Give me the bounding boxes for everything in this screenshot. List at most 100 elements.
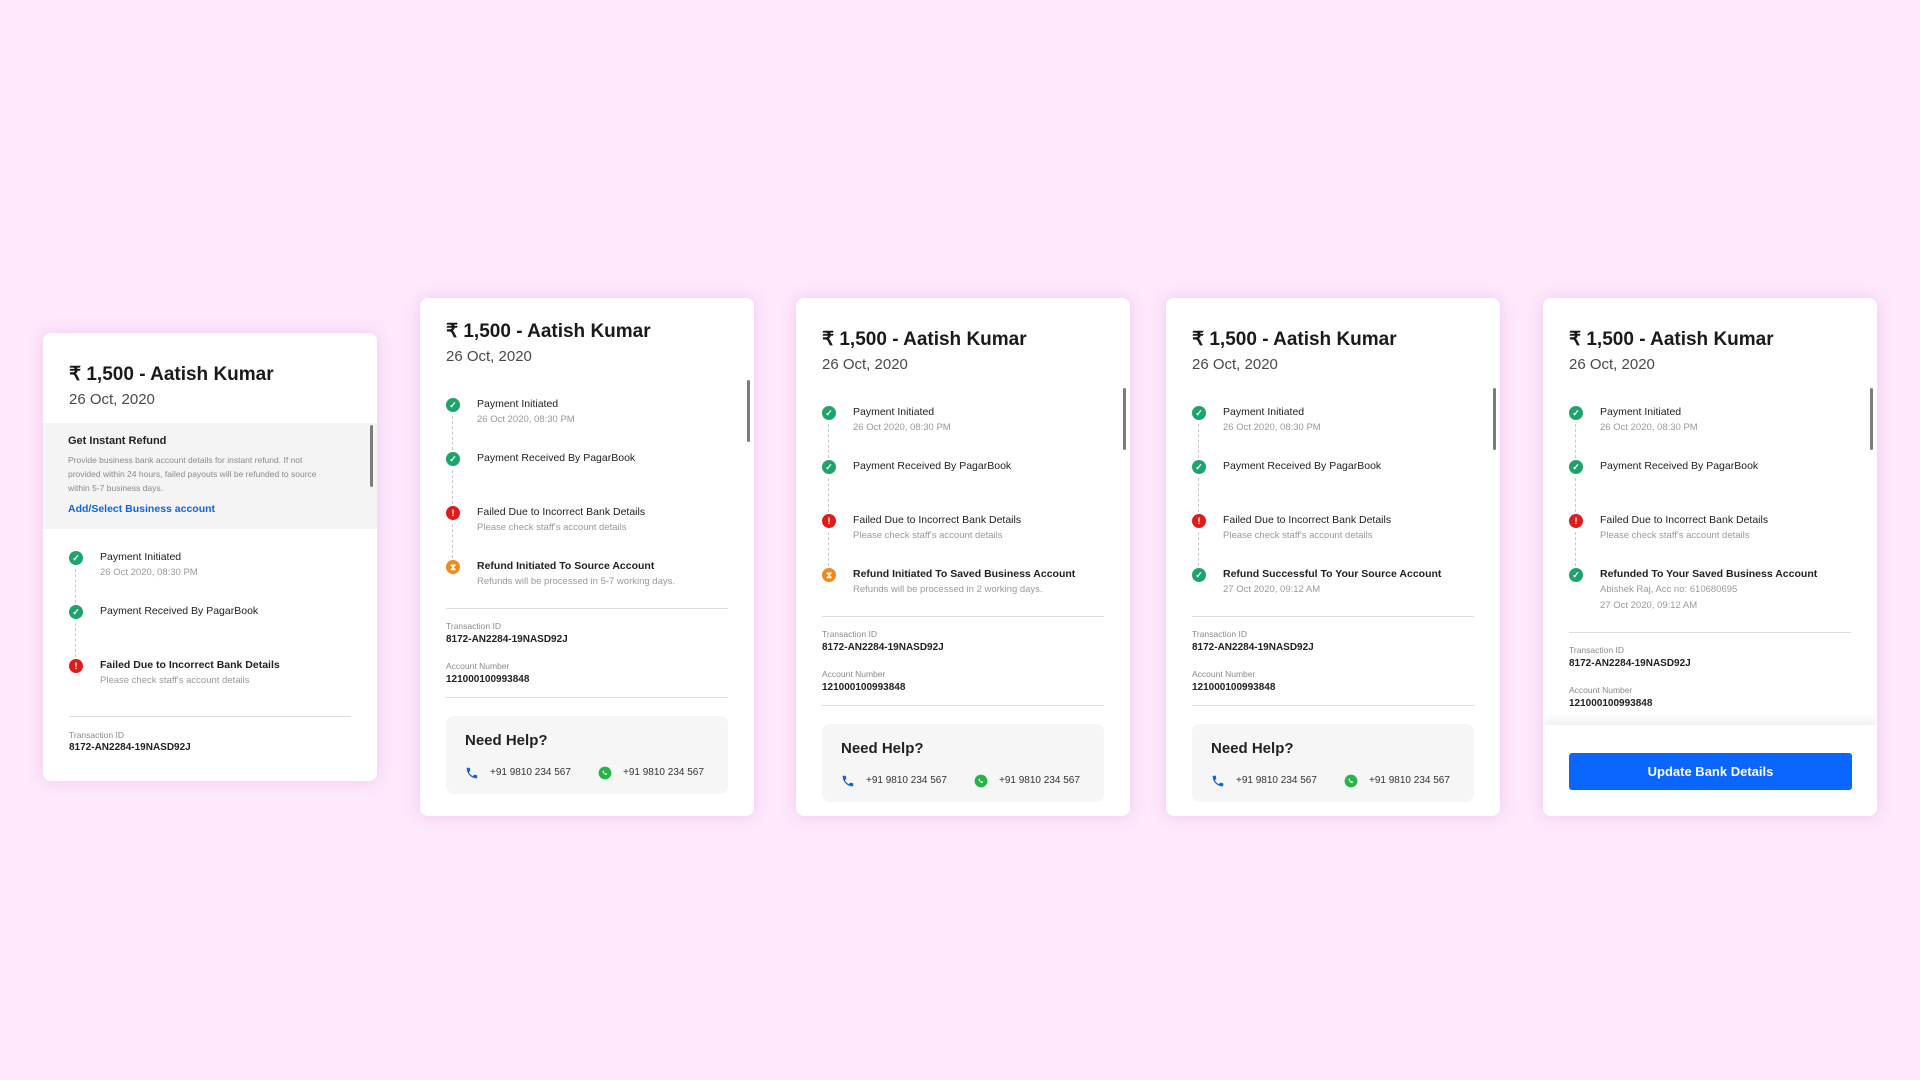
- step-title: Payment Initiated: [477, 398, 559, 410]
- transaction-id-label: Transaction ID: [822, 629, 877, 639]
- step-title: Payment Received By PagarBook: [100, 605, 259, 617]
- update-bank-details-button[interactable]: Update Bank Details: [1569, 753, 1852, 790]
- step-title: Refund Initiated To Saved Business Accou…: [853, 568, 1076, 580]
- check-icon: ✓: [1569, 568, 1583, 582]
- step-title: Refund Successful To Your Source Account: [1223, 568, 1442, 580]
- whatsapp-icon: [1344, 774, 1358, 788]
- timeline-step: ✓ Payment Received By PagarBook: [822, 460, 1112, 500]
- whatsapp-icon: [598, 766, 612, 780]
- payment-card-1: ₹ 1,500 - Aatish Kumar 26 Oct, 2020 Get …: [43, 333, 377, 781]
- check-icon: ✓: [446, 398, 460, 412]
- scrollbar[interactable]: [1493, 388, 1496, 450]
- step-subtitle: Please check staff's account details: [100, 675, 250, 686]
- whatsapp-phone-number: +91 9810 234 567: [1369, 775, 1450, 786]
- timeline-step: ✓ Payment Received By PagarBook: [1569, 460, 1859, 500]
- account-number-label: Account Number: [446, 661, 510, 671]
- whatsapp-icon: [974, 774, 988, 788]
- check-icon: ✓: [69, 551, 83, 565]
- transaction-id-value: 8172-AN2284-19NASD92J: [1192, 642, 1314, 653]
- check-icon: ✓: [1192, 406, 1206, 420]
- phone-icon: [1212, 775, 1224, 787]
- payment-date: 26 Oct, 2020: [1569, 356, 1655, 373]
- check-icon: ✓: [1192, 460, 1206, 474]
- scrollbar[interactable]: [370, 425, 373, 487]
- step-subtitle: 26 Oct 2020, 08:30 PM: [100, 567, 198, 578]
- timeline-step: ✓ Payment Initiated 26 Oct 2020, 08:30 P…: [1192, 406, 1482, 446]
- step-subtitle: Refunds will be processed in 2 working d…: [853, 584, 1043, 595]
- divider: [446, 697, 728, 698]
- step-title: Failed Due to Incorrect Bank Details: [1600, 514, 1769, 526]
- instant-refund-panel: Get Instant Refund Provide business bank…: [43, 423, 377, 529]
- step-subtitle: Please check staff's account details: [477, 522, 627, 533]
- error-icon: !: [446, 506, 460, 520]
- transaction-id-value: 8172-AN2284-19NASD92J: [446, 634, 568, 645]
- phone-icon: [842, 775, 854, 787]
- payment-title: ₹ 1,500 - Aatish Kumar: [822, 329, 1027, 350]
- account-number-label: Account Number: [1192, 669, 1256, 679]
- account-number-label: Account Number: [822, 669, 886, 679]
- payment-title: ₹ 1,500 - Aatish Kumar: [446, 321, 651, 342]
- check-icon: ✓: [822, 460, 836, 474]
- check-icon: ✓: [69, 605, 83, 619]
- check-icon: ✓: [822, 406, 836, 420]
- need-help-title: Need Help?: [841, 740, 924, 757]
- payment-title: ₹ 1,500 - Aatish Kumar: [1192, 329, 1397, 350]
- check-icon: ✓: [1569, 460, 1583, 474]
- divider: [446, 608, 728, 609]
- step-title: Failed Due to Incorrect Bank Details: [477, 506, 646, 518]
- payment-title: ₹ 1,500 - Aatish Kumar: [69, 364, 274, 385]
- payment-card-5: ₹ 1,500 - Aatish Kumar 26 Oct, 2020 ✓ Pa…: [1543, 298, 1877, 816]
- divider: [1569, 632, 1851, 633]
- transaction-id-label: Transaction ID: [1192, 629, 1247, 639]
- step-subtitle: Please check staff's account details: [853, 530, 1003, 541]
- need-help-title: Need Help?: [465, 732, 548, 749]
- divider: [822, 616, 1104, 617]
- payment-title: ₹ 1,500 - Aatish Kumar: [1569, 329, 1774, 350]
- check-icon: ✓: [446, 452, 460, 466]
- timeline-step: ✓ Payment Initiated 26 Oct 2020, 08:30 P…: [446, 398, 736, 438]
- whatsapp-phone-number: +91 9810 234 567: [623, 767, 704, 778]
- need-help-box: Need Help? +91 9810 234 567 +91 9810 234…: [446, 716, 728, 794]
- step-subtitle: 26 Oct 2020, 08:30 PM: [1223, 422, 1321, 433]
- timeline-step: ✓ Payment Initiated 26 Oct 2020, 08:30 P…: [822, 406, 1112, 446]
- scrollbar[interactable]: [747, 380, 750, 442]
- timeline-step: ! Failed Due to Incorrect Bank Details P…: [1192, 514, 1482, 554]
- transaction-id-value: 8172-AN2284-19NASD92J: [822, 642, 944, 653]
- step-title: Payment Initiated: [1600, 406, 1682, 418]
- add-business-account-link[interactable]: Add/Select Business account: [68, 503, 215, 515]
- step-title: Failed Due to Incorrect Bank Details: [1223, 514, 1392, 526]
- phone-icon: [466, 767, 478, 779]
- step-title: Refund Initiated To Source Account: [477, 560, 655, 572]
- step-subtitle: Abishek Raj, Acc no: 610680695: [1600, 584, 1738, 595]
- step-title: Payment Initiated: [853, 406, 935, 418]
- step-subtitle: 26 Oct 2020, 08:30 PM: [477, 414, 575, 425]
- transaction-id-value: 8172-AN2284-19NASD92J: [1569, 658, 1691, 669]
- step-subtitle: 27 Oct 2020, 09:12 AM: [1223, 584, 1321, 595]
- step-title: Failed Due to Incorrect Bank Details: [100, 659, 280, 671]
- check-icon: ✓: [1569, 406, 1583, 420]
- step-subtitle: Please check staff's account details: [1223, 530, 1373, 541]
- timeline-step: ! Failed Due to Incorrect Bank Details P…: [446, 506, 736, 546]
- timeline-step: ✓ Payment Received By PagarBook: [446, 452, 736, 492]
- divider: [822, 705, 1104, 706]
- payment-date: 26 Oct, 2020: [446, 348, 532, 365]
- scrollbar[interactable]: [1870, 388, 1873, 450]
- account-number-label: Account Number: [1569, 685, 1633, 695]
- check-icon: ✓: [1192, 568, 1206, 582]
- divider: [69, 716, 351, 717]
- transaction-id-label: Transaction ID: [446, 621, 501, 631]
- support-phone-number: +91 9810 234 567: [866, 775, 947, 786]
- hourglass-icon: ⧗: [822, 568, 836, 582]
- transaction-id-value: 8172-AN2284-19NASD92J: [69, 742, 191, 753]
- error-icon: !: [1192, 514, 1206, 528]
- error-icon: !: [69, 659, 83, 673]
- step-title: Payment Received By PagarBook: [1223, 460, 1382, 472]
- step-subtitle: 26 Oct 2020, 08:30 PM: [1600, 422, 1698, 433]
- divider: [1192, 705, 1474, 706]
- scrollbar[interactable]: [1123, 388, 1126, 450]
- timeline-step: ✓ Refunded To Your Saved Business Accoun…: [1569, 568, 1859, 624]
- payment-card-3: ₹ 1,500 - Aatish Kumar 26 Oct, 2020 ✓ Pa…: [796, 298, 1130, 816]
- step-title: Refunded To Your Saved Business Account: [1600, 568, 1818, 580]
- error-icon: !: [1569, 514, 1583, 528]
- step-subtitle: Refunds will be processed in 5-7 working…: [477, 576, 676, 587]
